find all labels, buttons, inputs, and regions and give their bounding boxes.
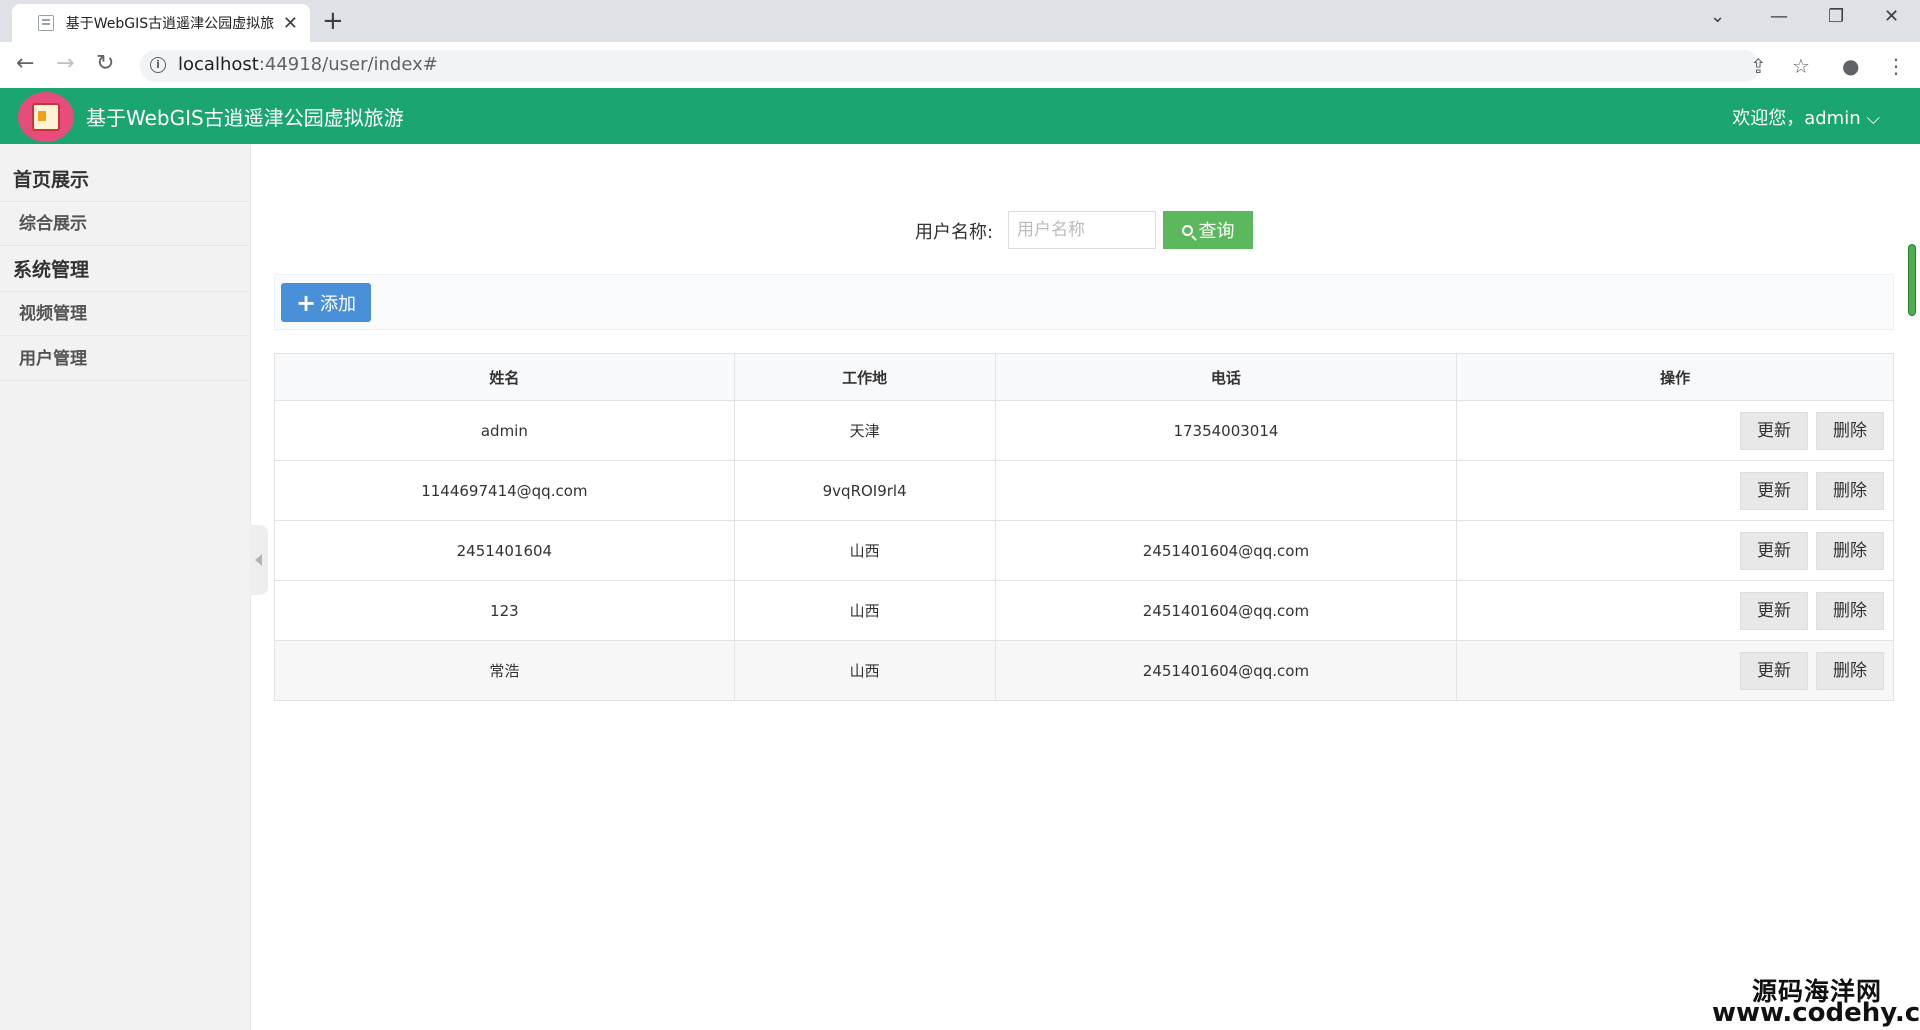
cell-phone: 17354003014 [994,400,1458,461]
cell-phone [994,460,1458,521]
close-window-icon[interactable]: ✕ [1884,6,1899,27]
reload-icon[interactable]: ↻ [96,52,114,76]
search-button[interactable]: 查询 [1163,211,1253,249]
add-button[interactable]: + 添加 [281,283,371,322]
browser-tab[interactable]: 基于WebGIS古逍遥津公园虚拟旅 ✕ [12,4,310,42]
table-header-row: 姓名 工作地 电话 操作 [274,353,1894,401]
new-tab-icon[interactable]: + [322,8,344,34]
cell-actions: 更新 删除 [1456,520,1894,581]
update-button[interactable]: 更新 [1740,651,1808,690]
url-text[interactable]: localhost:44918/user/index# [178,54,438,75]
restore-icon[interactable]: ❐ [1828,6,1844,27]
app-title: 基于WebGIS古逍遥津公园虚拟旅游 [86,106,404,130]
update-button[interactable]: 更新 [1740,531,1808,570]
minimize-icon[interactable]: — [1770,6,1788,27]
delete-button[interactable]: 删除 [1816,411,1884,450]
sidebar-item-overview[interactable]: 综合展示 [0,202,248,246]
delete-button[interactable]: 删除 [1816,471,1884,510]
table-row: 2451401604 山西 2451401604@qq.com 更新 删除 [274,520,1894,581]
cell-workplace: 山西 [733,580,996,641]
cell-workplace: 天津 [733,400,996,461]
column-header-workplace[interactable]: 工作地 [733,353,996,401]
url-host: localhost [178,54,259,75]
chevron-down-icon: ⌵ [1860,108,1880,129]
column-header-name[interactable]: 姓名 [274,353,735,401]
cell-actions: 更新 删除 [1456,460,1894,521]
site-info-icon[interactable]: i [150,57,166,73]
table-row: 常浩 山西 2451401604@qq.com 更新 删除 [274,640,1894,701]
table-toolbar [274,274,1894,330]
cell-name: 123 [274,580,735,641]
sidebar-group-home[interactable]: 首页展示 [0,158,248,202]
tab-search-chevron-icon[interactable]: ⌄ [1710,6,1725,27]
cell-name: 1144697414@qq.com [274,460,735,521]
column-header-phone[interactable]: 电话 [994,353,1458,401]
plus-icon: + [295,288,317,317]
user-table: 姓名 工作地 电话 操作 admin 天津 17354003014 更新 删除 1… [274,353,1894,701]
cell-actions: 更新 删除 [1456,580,1894,641]
column-header-actions: 操作 [1456,353,1894,401]
cell-name: 常浩 [274,640,735,701]
id-card-icon [32,103,60,131]
search-button-label: 查询 [1198,221,1235,242]
username-search-input[interactable] [1008,211,1156,249]
cell-actions: 更新 删除 [1456,640,1894,701]
update-button[interactable]: 更新 [1740,471,1808,510]
update-button[interactable]: 更新 [1740,591,1808,630]
browser-menu-icon[interactable]: ⋮ [1886,54,1906,78]
sidebar-item-video[interactable]: 视频管理 [0,292,248,336]
profile-avatar-icon[interactable]: ● [1842,54,1859,78]
user-menu[interactable]: 欢迎您，admin ⌵ [1732,104,1880,130]
browser-tab-title: 基于WebGIS古逍遥津公园虚拟旅 [65,16,275,32]
cell-phone: 2451401604@qq.com [994,580,1458,641]
forward-icon[interactable]: → [56,52,74,76]
cell-name: admin [274,400,735,461]
update-button[interactable]: 更新 [1740,411,1808,450]
sidebar-item-users[interactable]: 用户管理 [0,337,248,381]
share-icon[interactable]: ⇪ [1750,54,1767,78]
delete-button[interactable]: 删除 [1816,531,1884,570]
cell-actions: 更新 删除 [1456,400,1894,461]
welcome-text: 欢迎您，admin [1732,108,1861,129]
sidebar: 首页展示 综合展示 系统管理 视频管理 用户管理 [0,144,251,1030]
page-scrollbar[interactable] [1908,244,1916,316]
back-icon[interactable]: ← [16,52,34,76]
search-label: 用户名称: [915,222,994,243]
add-button-label: 添加 [320,293,357,315]
cell-name: 2451401604 [274,520,735,581]
cell-workplace: 山西 [733,520,996,581]
close-tab-icon[interactable]: ✕ [283,13,298,34]
delete-button[interactable]: 删除 [1816,591,1884,630]
browser-tab-bar: 基于WebGIS古逍遥津公园虚拟旅 ✕ + ⌄ — ❐ ✕ [0,0,1920,42]
delete-button[interactable]: 删除 [1816,651,1884,690]
table-row: 123 山西 2451401604@qq.com 更新 删除 [274,580,1894,641]
page-favicon-icon [38,15,54,31]
url-path: :44918/user/index# [258,54,438,75]
cell-phone: 2451401604@qq.com [994,520,1458,581]
watermark-url: www.codehy.com [1712,998,1920,1028]
bookmark-star-icon[interactable]: ☆ [1792,54,1810,78]
cell-workplace: 山西 [733,640,996,701]
table-row: admin 天津 17354003014 更新 删除 [274,400,1894,461]
sidebar-collapse-handle[interactable] [250,525,268,595]
sidebar-group-system[interactable]: 系统管理 [0,248,248,292]
table-row: 1144697414@qq.com 9vqROI9rl4 更新 删除 [274,460,1894,521]
cell-workplace: 9vqROI9rl4 [733,460,996,521]
search-icon [1181,224,1193,236]
cell-phone: 2451401604@qq.com [994,640,1458,701]
